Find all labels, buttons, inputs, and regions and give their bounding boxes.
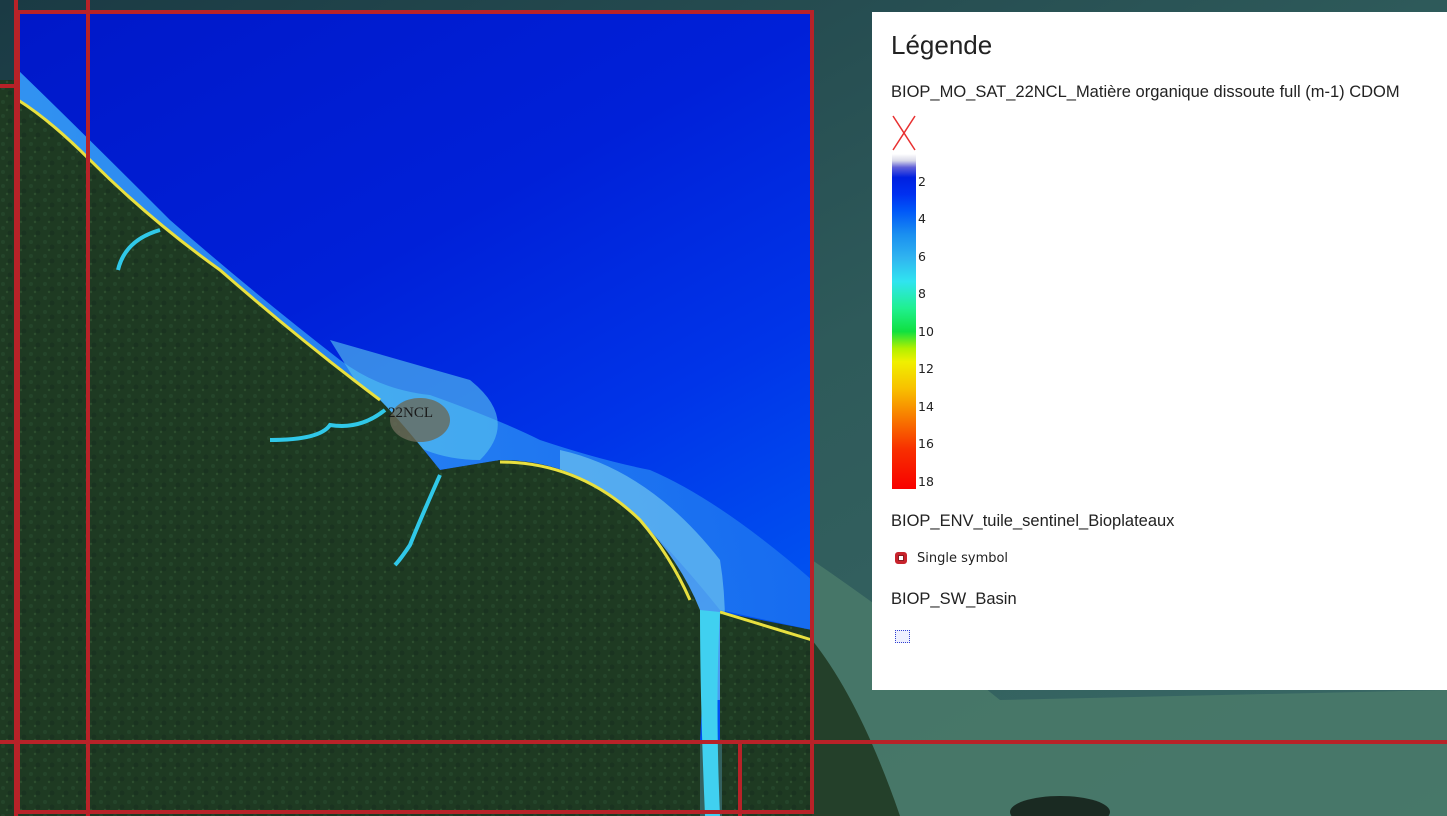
legend-layer-title-sentinel: BIOP_ENV_tuile_sentinel_Bioplateaux [891,512,1175,530]
ramp-label: 8 [918,286,926,301]
ramp-label: 16 [918,436,934,451]
legend-symbol-row [895,627,1447,645]
red-x-icon [892,115,916,151]
ramp-label: 18 [918,474,934,489]
land-east [720,612,812,740]
land-bottom-east [722,740,812,816]
ramp-label: 2 [918,174,926,189]
legend-section-sentinel: BIOP_ENV_tuile_sentinel_Bioplateaux Sing… [891,511,1447,567]
ramp-label: 12 [918,361,934,376]
dotted-square-symbol-icon [895,629,910,643]
ramp-label: 4 [918,211,926,226]
legend-section-basin: BIOP_SW_Basin [891,589,1447,645]
square-symbol-icon [895,552,907,564]
legend-symbol-row: Single symbol [895,549,1447,567]
legend-panel: Légende BIOP_MO_SAT_22NCL_Matière organi… [872,12,1447,690]
ramp-label: 14 [918,399,934,414]
legend-title: Légende [891,30,993,60]
symbol-label: Single symbol [917,550,1009,566]
legend-layer-title-basin: BIOP_SW_Basin [891,590,1017,608]
color-ramp: 2 4 6 8 10 12 14 16 18 [891,114,1011,489]
color-ramp-bar [892,154,916,489]
tile-label: 22NCL [388,405,433,421]
land-bottom [0,740,700,816]
ramp-label: 6 [918,249,926,264]
legend-layer-title-cdom: BIOP_MO_SAT_22NCL_Matière organique diss… [891,83,1400,101]
ramp-label: 10 [918,324,934,339]
